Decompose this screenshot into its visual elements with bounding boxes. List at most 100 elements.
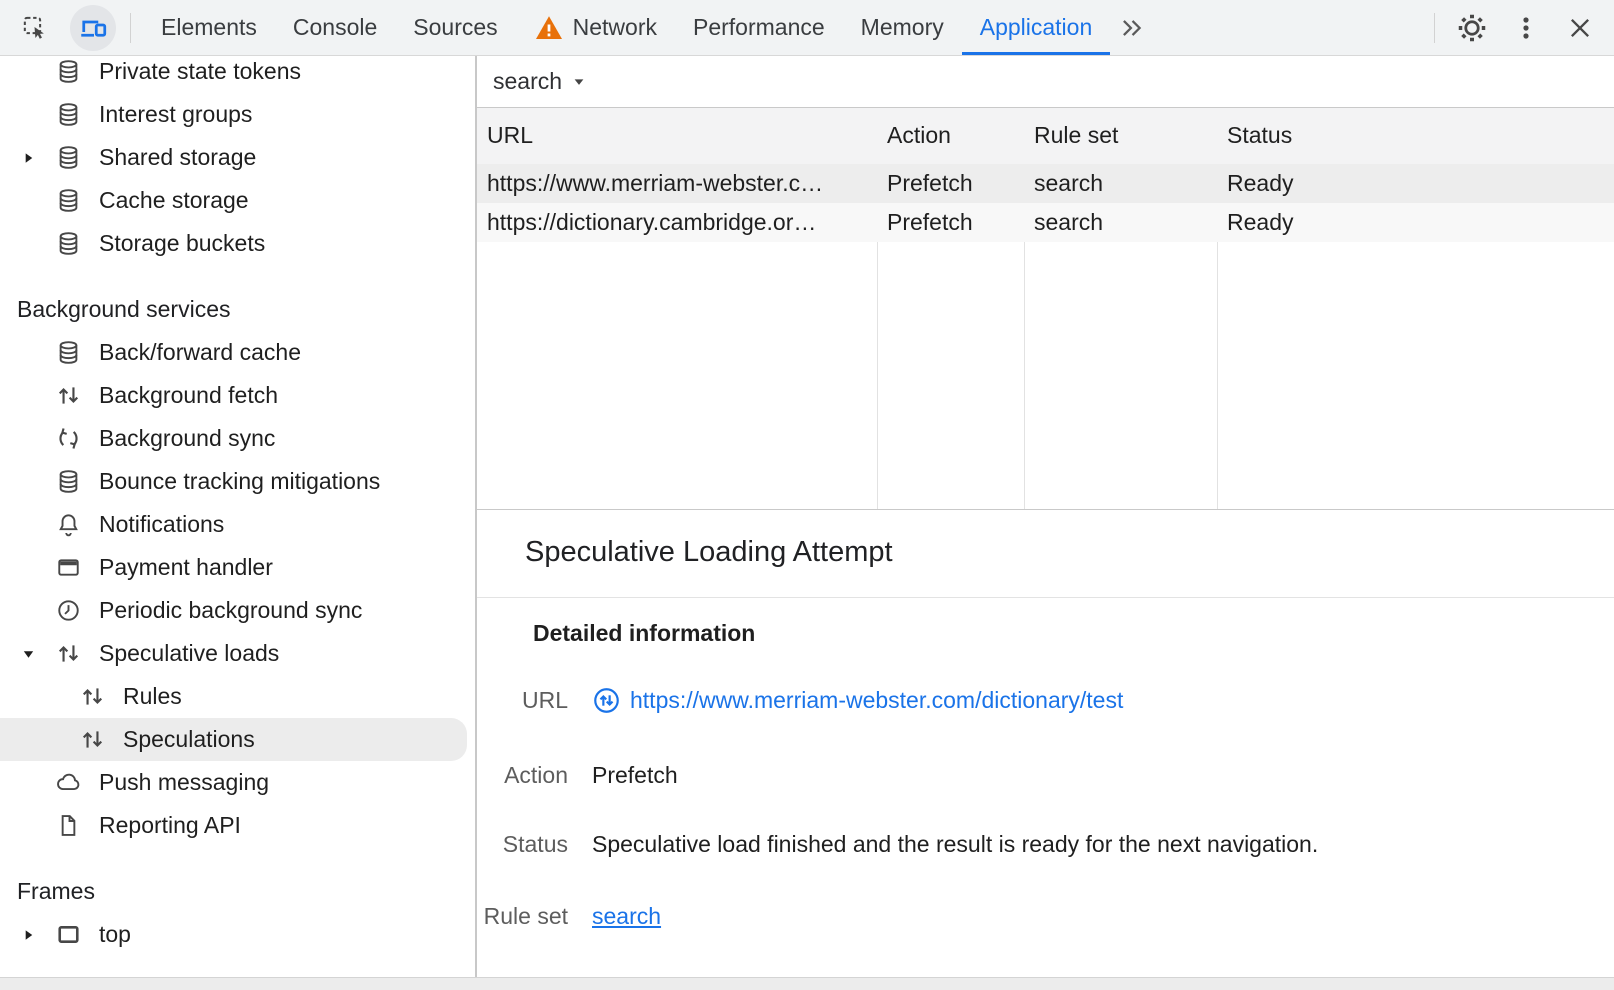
tab-network[interactable]: Network	[516, 0, 675, 55]
field-value-text: Speculative load finished and the result…	[592, 827, 1318, 861]
database-icon	[55, 339, 82, 366]
sidebar-item-bounce-tracking-mitigations[interactable]: Bounce tracking mitigations	[0, 460, 475, 503]
close-button[interactable]	[1560, 8, 1600, 48]
grid-column-header-status[interactable]: Status	[1217, 108, 1614, 164]
tab-label: Console	[293, 14, 377, 41]
tab-label: Network	[573, 14, 657, 41]
sync-icon	[55, 425, 82, 452]
attempt-title-bar: Speculative Loading Attempt	[477, 508, 1614, 598]
sidebar-item-push-messaging[interactable]: Push messaging	[0, 761, 475, 804]
settings-button[interactable]	[1452, 8, 1492, 48]
grid-column-header-action[interactable]: Action	[877, 108, 1024, 164]
sidebar-item-periodic-background-sync[interactable]: Periodic background sync	[0, 589, 475, 632]
sidebar-item-storage-buckets[interactable]: Storage buckets	[0, 222, 475, 265]
ruleset-filter-dropdown[interactable]: search	[493, 68, 586, 95]
grid-column-header-url[interactable]: URL	[477, 108, 877, 164]
sidebar-item-payment-handler[interactable]: Payment handler	[0, 546, 475, 589]
devtools-toolbar: Elements Console Sources Network Performance…	[0, 0, 1614, 56]
grid-cell-action: Prefetch	[877, 164, 1024, 203]
expander-right-icon[interactable]	[21, 150, 36, 165]
close-icon	[1566, 14, 1594, 42]
speculations-filter-bar: search	[477, 56, 1614, 107]
sidebar-item-label: Push messaging	[99, 769, 269, 796]
sidebar-item-label: Back/forward cache	[99, 339, 301, 366]
field-value-text: Prefetch	[592, 758, 678, 792]
url-link[interactable]: https://www.merriam-webster.com/dictiona…	[630, 683, 1123, 717]
grid-cell-url: https://www.merriam-webster.c…	[477, 164, 877, 203]
more-tabs-button[interactable]	[1110, 0, 1154, 55]
field-label: Status	[477, 827, 568, 861]
grid-cell-status: Ready	[1217, 203, 1614, 242]
sidebar-item-rules[interactable]: Rules	[0, 675, 475, 718]
sidebar-item-label: Storage buckets	[99, 230, 265, 257]
field-row-status: Status Speculative load finished and the …	[477, 827, 1614, 861]
chevron-double-right-icon	[1119, 15, 1145, 41]
device-toolbar-button[interactable]	[70, 5, 116, 51]
tab-elements[interactable]: Elements	[143, 0, 275, 55]
document-icon	[55, 812, 82, 839]
sidebar-item-speculations[interactable]: Speculations	[0, 718, 467, 761]
sidebar-item-notifications[interactable]: Notifications	[0, 503, 475, 546]
ruleset-link[interactable]: search	[592, 899, 661, 933]
field-label: URL	[477, 683, 568, 717]
tab-console[interactable]: Console	[275, 0, 395, 55]
sidebar-item-shared-storage[interactable]: Shared storage	[0, 136, 475, 179]
database-icon	[55, 58, 82, 85]
field-value: https://www.merriam-webster.com/dictiona…	[592, 683, 1604, 717]
sidebar-item-private-state-tokens[interactable]: Private state tokens	[0, 56, 475, 93]
tab-performance[interactable]: Performance	[675, 0, 843, 55]
up-down-arrows-icon	[55, 382, 82, 409]
sidebar-item-label: Shared storage	[99, 144, 256, 171]
expander-down-icon[interactable]	[21, 646, 36, 661]
sidebar-item-label: Notifications	[99, 511, 224, 538]
sidebar-item-label: top	[99, 921, 131, 948]
sidebar-item-cache-storage[interactable]: Cache storage	[0, 179, 475, 222]
sidebar-item-label: Interest groups	[99, 101, 252, 128]
frame-icon	[55, 921, 82, 948]
sidebar-item-background-fetch[interactable]: Background fetch	[0, 374, 475, 417]
tab-label: Performance	[693, 14, 825, 41]
section-title: Speculative Loading Attempt	[525, 536, 893, 569]
grid-header-row: URLActionRule setStatus	[477, 108, 1614, 165]
sidebar-item-top[interactable]: top	[0, 913, 475, 956]
toolbar-divider	[1434, 13, 1435, 43]
tab-sources[interactable]: Sources	[395, 0, 515, 55]
sidebar-section-header-frames: Frames	[0, 870, 475, 913]
database-icon	[55, 144, 82, 171]
sidebar-item-reporting-api[interactable]: Reporting API	[0, 804, 475, 847]
kebab-menu-icon	[1513, 15, 1539, 41]
sidebar-item-label: Cache storage	[99, 187, 249, 214]
warning-icon	[534, 13, 564, 43]
field-value: search	[592, 899, 1604, 933]
field-label: Rule set	[477, 899, 568, 933]
cloud-icon	[55, 769, 82, 796]
field-label: Action	[477, 758, 568, 792]
field-row-url: URL https://www.merriam-webster.com/dicti…	[477, 683, 1614, 717]
tab-label: Elements	[161, 14, 257, 41]
chevron-down-icon	[572, 75, 586, 89]
sidebar-item-label: Speculations	[123, 726, 255, 753]
speculations-data-grid: URLActionRule setStatus https://www.merr…	[477, 107, 1614, 510]
inspect-button[interactable]	[14, 8, 54, 48]
sidebar-item-label: Bounce tracking mitigations	[99, 468, 380, 495]
sidebar-item-back-forward-cache[interactable]: Back/forward cache	[0, 331, 475, 374]
speculations-panel: search URLActionRule setStatus https://w…	[477, 56, 1614, 978]
sidebar-item-speculative-loads[interactable]: Speculative loads	[0, 632, 475, 675]
bottom-edge	[0, 977, 1614, 990]
reveal-url-icon[interactable]	[592, 686, 621, 715]
table-row[interactable]: https://www.merriam-webster.c…Prefetchse…	[477, 164, 1614, 203]
details-heading: Detailed information	[533, 620, 755, 647]
table-row[interactable]: https://dictionary.cambridge.or…Prefetch…	[477, 203, 1614, 242]
sidebar-item-label: Background sync	[99, 425, 275, 452]
expander-right-icon[interactable]	[21, 927, 36, 942]
database-icon	[55, 230, 82, 257]
sidebar-item-background-sync[interactable]: Background sync	[0, 417, 475, 460]
grid-column-header-rule-set[interactable]: Rule set	[1024, 108, 1217, 164]
sidebar-item-interest-groups[interactable]: Interest groups	[0, 93, 475, 136]
menu-button[interactable]	[1506, 8, 1546, 48]
ruleset-filter-label: search	[493, 68, 562, 95]
attempt-details: Detailed information URL https://www.merr…	[477, 597, 1614, 978]
tab-application[interactable]: Application	[962, 0, 1111, 55]
tab-memory[interactable]: Memory	[843, 0, 962, 55]
grid-cell-url: https://dictionary.cambridge.or…	[477, 203, 877, 242]
